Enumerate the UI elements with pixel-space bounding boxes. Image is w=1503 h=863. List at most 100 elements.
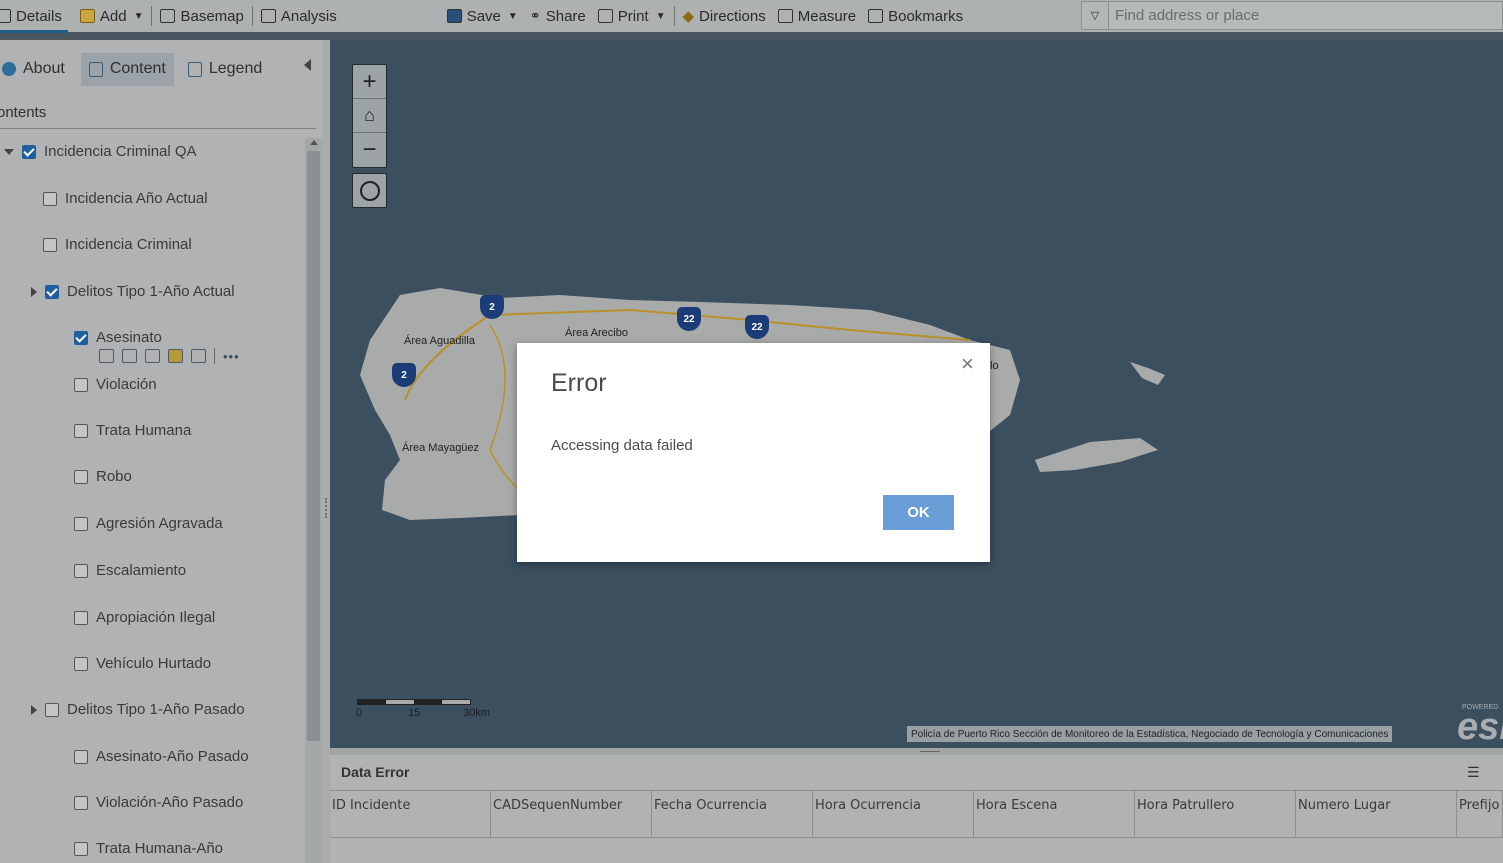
toolbar-divider [673, 6, 675, 26]
map-label: Área Mayagüez [402, 442, 480, 454]
layer-item[interactable]: Apropiación Ilegal [74, 609, 215, 626]
info-icon [2, 62, 16, 76]
layer-item[interactable]: Delitos Tipo 1-Año Actual [31, 283, 235, 300]
esri-logo[interactable]: esri [1457, 706, 1503, 748]
locate-icon [359, 180, 380, 201]
layer-checkbox[interactable] [74, 656, 88, 671]
tab-legend[interactable]: Legend [180, 53, 270, 86]
layer-checkbox[interactable] [45, 702, 59, 717]
column-header[interactable]: Hora Ocurrencia [813, 791, 974, 837]
layer-checkbox[interactable] [74, 330, 88, 345]
layer-checkbox[interactable] [74, 563, 88, 578]
expand-icon[interactable] [31, 704, 37, 715]
layer-item[interactable]: Asesinato-Año Pasado [74, 748, 249, 765]
search-input[interactable] [1109, 1, 1503, 30]
column-header[interactable]: Hora Patrullero [1135, 791, 1296, 837]
bookmarks-button[interactable]: Bookmarks [862, 0, 969, 32]
measure-button[interactable]: Measure [772, 0, 862, 32]
layer-checkbox[interactable] [74, 423, 88, 438]
column-header[interactable]: Fecha Ocurrencia [652, 791, 813, 837]
column-header[interactable]: Numero Lugar [1296, 791, 1457, 837]
divider [0, 128, 316, 129]
analysis-tool-icon[interactable] [168, 349, 183, 363]
expand-icon[interactable] [31, 286, 37, 297]
scale-label: 30km [463, 707, 490, 719]
layer-item[interactable]: Asesinato [74, 329, 162, 346]
layer-checkbox[interactable] [74, 610, 88, 625]
column-header[interactable]: Prefijo [1457, 791, 1503, 837]
chevron-down-icon: ▼ [507, 10, 518, 22]
tab-about[interactable]: About [0, 53, 73, 86]
more-options-icon[interactable]: ••• [223, 349, 240, 364]
layer-item[interactable]: Incidencia Criminal QA [4, 143, 197, 160]
layer-checkbox[interactable] [74, 749, 88, 764]
details-label: Details [16, 7, 62, 25]
zoom-in-button[interactable]: + [353, 65, 386, 99]
column-header[interactable]: ID Incidente [330, 791, 491, 837]
details-button[interactable]: Details [0, 0, 68, 33]
details-icon [0, 9, 11, 23]
add-button[interactable]: Add ▼ [74, 0, 150, 32]
popup-config-icon[interactable] [191, 349, 206, 363]
expand-icon[interactable] [4, 148, 14, 155]
share-button[interactable]: ⚭ Share [524, 0, 592, 32]
bookmarks-label: Bookmarks [888, 7, 964, 25]
layer-checkbox[interactable] [45, 284, 59, 299]
layer-item[interactable]: Trata Humana-Año [74, 840, 223, 857]
contents-heading: ontents [0, 104, 47, 121]
layer-checkbox[interactable] [74, 795, 88, 810]
drag-handle-icon[interactable] [325, 498, 327, 518]
analysis-button[interactable]: Analysis [255, 0, 343, 32]
layer-item[interactable]: Escalamiento [74, 562, 186, 579]
column-header[interactable]: Hora Escena [974, 791, 1135, 837]
layer-checkbox[interactable] [74, 377, 88, 392]
table-resize-handle[interactable] [330, 748, 1503, 755]
print-button[interactable]: Print ▼ [592, 0, 672, 32]
table-header-row: ID Incidente CADSequenNumber Fecha Ocurr… [330, 790, 1503, 838]
ok-button[interactable]: OK [883, 495, 954, 530]
zoom-out-button[interactable]: − [353, 133, 386, 167]
layer-checkbox[interactable] [74, 469, 88, 484]
filter-icon[interactable] [99, 349, 114, 363]
layer-item[interactable]: Agresión Agravada [74, 515, 223, 532]
directions-label: Directions [699, 7, 766, 25]
table-options-icon[interactable]: ☰ [1467, 764, 1480, 781]
basemap-button[interactable]: Basemap [154, 0, 249, 32]
chevron-down-icon: ▽ [1090, 10, 1100, 22]
layer-checkbox[interactable] [74, 516, 88, 531]
tab-content[interactable]: Content [80, 52, 174, 86]
layer-item[interactable]: Violación [74, 376, 157, 393]
panel-splitter[interactable] [322, 40, 330, 863]
collapse-panel-icon[interactable] [304, 59, 311, 71]
home-button[interactable]: ⌂ [353, 99, 386, 133]
layer-label: Trata Humana [96, 422, 192, 439]
layer-item[interactable]: Incidencia Año Actual [43, 190, 208, 207]
layer-item[interactable]: Violación-Año Pasado [74, 794, 243, 811]
layer-item[interactable]: Robo [74, 468, 132, 485]
layer-item[interactable]: Delitos Tipo 1-Año Pasado [31, 701, 245, 718]
layer-checkbox[interactable] [74, 841, 88, 856]
layer-item[interactable]: Vehículo Hurtado [74, 655, 211, 672]
scroll-up-icon[interactable] [310, 140, 318, 145]
measure-icon [777, 9, 793, 23]
locate-button[interactable] [352, 173, 387, 208]
change-style-icon[interactable] [145, 349, 160, 363]
layer-item[interactable]: Trata Humana [74, 422, 191, 439]
layer-checkbox[interactable] [22, 144, 36, 159]
save-button[interactable]: Save ▼ [441, 0, 524, 32]
directions-button[interactable]: ◆ Directions [677, 0, 772, 32]
layer-label: Violación-Año Pasado [96, 794, 244, 811]
layer-checkbox[interactable] [43, 237, 57, 252]
table-icon[interactable] [122, 349, 137, 363]
layer-label: Delitos Tipo 1-Año Pasado [67, 701, 245, 718]
panel-scrollbar-thumb[interactable] [307, 151, 320, 741]
vieques-island [1035, 438, 1158, 472]
content-icon [88, 61, 103, 77]
layer-item[interactable]: Incidencia Criminal [43, 236, 192, 253]
close-icon[interactable]: × [961, 353, 974, 375]
chevron-down-icon: ▼ [655, 10, 666, 22]
column-header[interactable]: CADSequenNumber [491, 791, 652, 837]
add-icon [79, 9, 95, 23]
search-source-dropdown[interactable]: ▽ [1081, 1, 1109, 30]
layer-checkbox[interactable] [43, 191, 57, 206]
